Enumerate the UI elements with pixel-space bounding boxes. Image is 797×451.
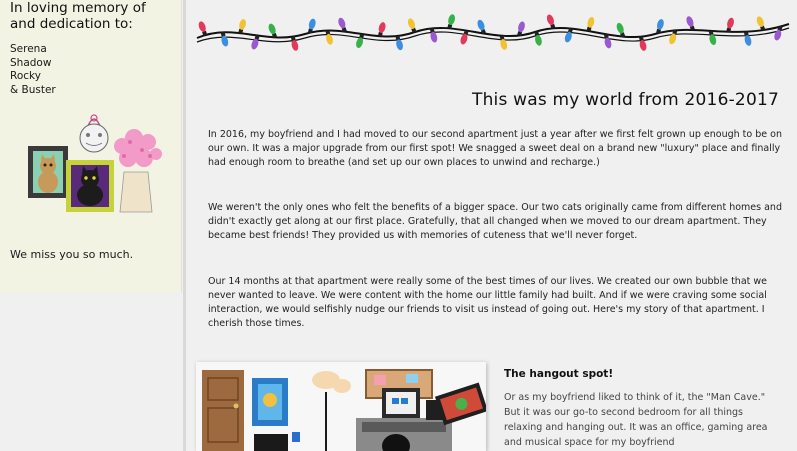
section-title: The hangout spot!	[504, 368, 614, 380]
section-body: Or as my boyfriend liked to think of it,…	[504, 392, 768, 448]
pet-name: & Buster	[10, 83, 56, 96]
light-bulb	[220, 31, 229, 47]
light-bulb	[586, 16, 595, 32]
column-divider	[183, 0, 186, 451]
pet-name: Serena	[10, 43, 47, 55]
memorial-heading: In loving memory of and dedication to:	[10, 0, 146, 32]
light-bulb	[377, 22, 386, 37]
light-bulb	[743, 31, 752, 46]
light-bulb	[564, 27, 573, 43]
memorial-heading-line1: In loving memory of	[10, 0, 146, 16]
light-bulb	[251, 34, 260, 50]
light-bulb	[638, 36, 647, 51]
light-bulb	[726, 17, 734, 33]
light-bulb	[395, 35, 403, 51]
memories-paragraph: Our 14 months at that apartment were rea…	[208, 276, 768, 330]
light-bulb	[686, 16, 695, 31]
light-bulb	[356, 33, 365, 48]
light-bulb	[708, 30, 717, 46]
light-bulb	[460, 29, 469, 45]
cats-paragraph: We weren't the only ones who felt the be…	[208, 202, 782, 242]
light-bulb	[499, 35, 508, 50]
pet-names-list: Serena Shadow Rocky & Buster	[10, 43, 56, 97]
light-bulb	[198, 21, 208, 36]
light-bulb	[325, 30, 333, 45]
light-bulb	[407, 18, 417, 33]
main-content: This was my world from 2016-2017 In 2016…	[187, 0, 797, 451]
light-bulb	[534, 31, 542, 46]
pet-name: Rocky	[10, 70, 41, 83]
memorial-footer: We miss you so much.	[10, 248, 134, 261]
memorial-heading-line2: and dedication to:	[10, 16, 133, 32]
memorial-sidebar: In loving memory of and dedication to: S…	[0, 0, 182, 293]
light-bulb	[447, 14, 456, 29]
pet-name: Shadow	[10, 56, 52, 69]
light-bulb	[756, 16, 766, 31]
memorial-cats-illustration	[28, 114, 162, 213]
light-bulb	[290, 36, 299, 51]
light-bulb	[546, 14, 556, 29]
page-title: This was my world from 2016-2017	[472, 90, 779, 110]
room-illustration	[196, 362, 486, 451]
string-lights-icon	[196, 14, 790, 51]
light-bulb	[429, 27, 438, 43]
intro-paragraph: In 2016, my boyfriend and I had moved to…	[208, 129, 782, 169]
light-bulb	[238, 19, 246, 34]
